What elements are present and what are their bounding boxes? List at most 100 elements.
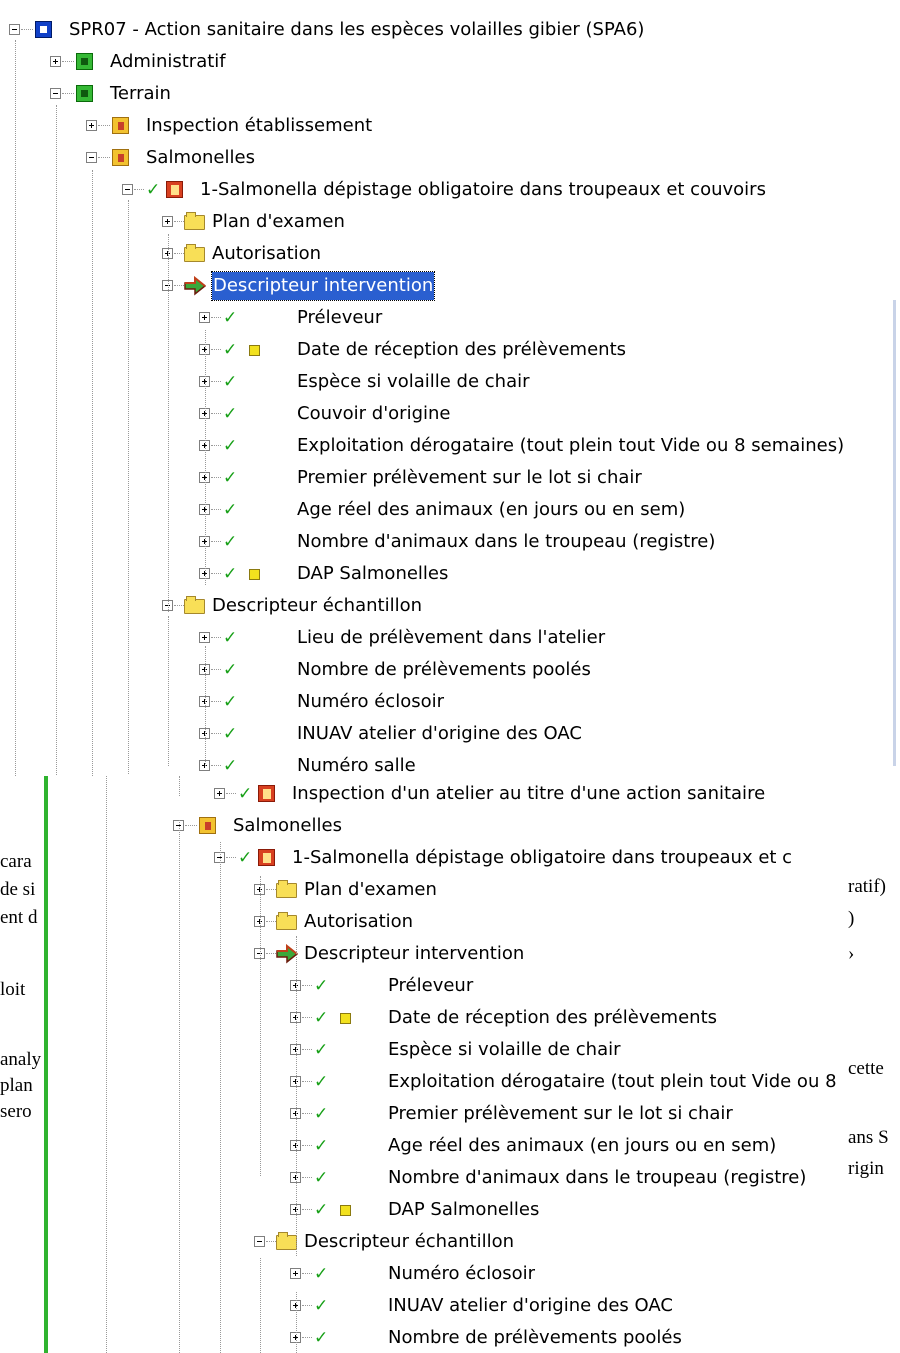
- tree-node[interactable]: Descripteur intervention: [0, 271, 900, 301]
- a-icon: [258, 785, 275, 802]
- tree-node[interactable]: ✓ INUAV atelier d'origine des OAC: [0, 719, 900, 749]
- check-icon: ✓: [223, 692, 238, 712]
- tree-connector: [302, 1017, 312, 1019]
- document-text-fragment: rigin: [848, 1158, 884, 1179]
- tree-node[interactable]: ✓ Age réel des animaux (en jours ou en se…: [0, 495, 900, 525]
- tree-node[interactable]: ✓ Lieu de prélèvement dans l'atelier: [0, 623, 900, 653]
- tree-node-label: Préleveur: [297, 307, 383, 328]
- tree-guide-line: [168, 616, 169, 766]
- tree-node-label: Nombre d'animaux dans le troupeau (regis…: [388, 1167, 807, 1188]
- tree-node-label: Exploitation dérogataire (tout plein tou…: [297, 435, 845, 456]
- tree-guide-line: [179, 776, 180, 796]
- tree-node[interactable]: Salmonelles: [48, 811, 848, 841]
- tree-node[interactable]: ✓ 1-Salmonella dépistage obligatoire dans…: [48, 843, 848, 873]
- tree-node[interactable]: ✓ Nombre de prélèvements poolés: [0, 655, 900, 685]
- tree-node[interactable]: Salmonelles: [0, 143, 900, 173]
- tree-node[interactable]: ✓ Numéro éclosoir: [48, 1259, 848, 1289]
- folder-icon: [184, 596, 205, 614]
- expand-icon[interactable]: [86, 120, 97, 131]
- expand-icon[interactable]: [50, 56, 61, 67]
- tree-node-label: Descripteur échantillon: [304, 1231, 514, 1252]
- tree-node[interactable]: ✓ DAP Salmonelles: [0, 559, 900, 589]
- tree-connector: [302, 1145, 312, 1147]
- collapse-icon[interactable]: [122, 184, 133, 195]
- tree-node[interactable]: ✓ Numéro éclosoir: [0, 687, 900, 717]
- tree-node[interactable]: ✓ Date de réception des prélèvements: [48, 1003, 848, 1033]
- tree-node[interactable]: Administratif: [0, 47, 900, 77]
- tree-node[interactable]: ✓ Préleveur: [0, 303, 900, 333]
- tree-node-label: Numéro éclosoir: [297, 691, 444, 712]
- expand-icon[interactable]: [199, 632, 210, 643]
- d-icon: [76, 85, 93, 102]
- tree-node[interactable]: ✓ DAP Salmonelles: [48, 1195, 848, 1225]
- tree-connector: [211, 701, 221, 703]
- tree-node[interactable]: ✓ Exploitation dérogataire (tout plein to…: [48, 1067, 848, 1097]
- e-icon: [199, 817, 216, 834]
- collapse-icon[interactable]: [50, 88, 61, 99]
- tree-node-label: INUAV atelier d'origine des OAC: [297, 723, 582, 744]
- e-icon: [112, 149, 129, 166]
- expand-icon[interactable]: [199, 312, 210, 323]
- tree-guide-line: [260, 876, 261, 1176]
- check-icon: ✓: [314, 1136, 329, 1156]
- tree-node-label: Plan d'examen: [212, 211, 345, 232]
- tree-node[interactable]: ✓ Espèce si volaille de chair: [0, 367, 900, 397]
- a-icon: [258, 849, 275, 866]
- tree-node[interactable]: Plan d'examen: [0, 207, 900, 237]
- tree-connector: [211, 765, 221, 767]
- check-icon: ✓: [223, 404, 238, 424]
- tree-node-label: Préleveur: [388, 975, 474, 996]
- tree-node[interactable]: ✓ INUAV atelier d'origine des OAC: [48, 1291, 848, 1321]
- check-icon: ✓: [238, 848, 253, 868]
- tree-node[interactable]: ✓ Espèce si volaille de chair: [48, 1035, 848, 1065]
- tree-node[interactable]: ✓ Nombre d'animaux dans le troupeau (regi…: [0, 527, 900, 557]
- tree-node[interactable]: ✓ Couvoir d'origine: [0, 399, 900, 429]
- p-icon: [35, 21, 52, 38]
- tree-node[interactable]: Terrain: [0, 79, 900, 109]
- tree-node[interactable]: ✓ Numéro salle: [0, 751, 900, 776]
- tree-node-label: Plan d'examen: [304, 879, 437, 900]
- tree-node[interactable]: Plan d'examen: [48, 875, 848, 905]
- folder-icon: [276, 912, 297, 930]
- collapse-icon[interactable]: [254, 1236, 265, 1247]
- tree-node[interactable]: ✓ Préleveur: [48, 971, 848, 1001]
- collapse-icon[interactable]: [86, 152, 97, 163]
- check-icon: ✓: [314, 1008, 329, 1028]
- expand-icon[interactable]: [214, 788, 225, 799]
- tree-connector: [211, 541, 221, 543]
- tree-guide-line: [92, 170, 93, 776]
- tree-node[interactable]: Descripteur intervention: [48, 939, 848, 969]
- tree-node[interactable]: Autorisation: [0, 239, 900, 269]
- tree-node[interactable]: ✓ Nombre de prélèvements poolés: [48, 1323, 848, 1353]
- tree-node[interactable]: ✓ Premier prélèvement sur le lot si chair: [48, 1099, 848, 1129]
- tree-node-label: Salmonelles: [233, 815, 342, 836]
- tree-node[interactable]: ✓ Date de réception des prélèvements: [0, 335, 900, 365]
- tree-guide-line: [56, 105, 57, 775]
- tree-node[interactable]: Autorisation: [48, 907, 848, 937]
- tree-node-label: Date de réception des prélèvements: [297, 339, 627, 360]
- tree-node[interactable]: ✓ Nombre d'animaux dans le troupeau (regi…: [48, 1163, 848, 1193]
- tree-node[interactable]: Descripteur échantillon: [48, 1227, 848, 1257]
- folder-icon: [276, 880, 297, 898]
- tree-node-label: Terrain: [110, 83, 171, 104]
- expand-icon[interactable]: [290, 1268, 301, 1279]
- tree-node[interactable]: ✓ Premier prélèvement sur le lot si chair: [0, 463, 900, 493]
- tree-node-label: Descripteur échantillon: [212, 595, 422, 616]
- tree-node-label: INUAV atelier d'origine des OAC: [388, 1295, 673, 1316]
- tree-connector: [302, 1305, 312, 1307]
- tree-node[interactable]: ✓ Exploitation dérogataire (tout plein to…: [0, 431, 900, 461]
- tree-connector: [302, 1337, 312, 1339]
- tree-node[interactable]: Inspection établissement: [0, 111, 900, 141]
- tree-node[interactable]: Descripteur échantillon: [0, 591, 900, 621]
- tree-node[interactable]: ✓ 1-Salmonella dépistage obligatoire dans…: [0, 175, 900, 205]
- tree-node-label: Inspection établissement: [146, 115, 373, 136]
- document-text-fragment: plan: [0, 1075, 33, 1096]
- tree-node[interactable]: ✓ Age réel des animaux (en jours ou en se…: [48, 1131, 848, 1161]
- expand-icon[interactable]: [162, 216, 173, 227]
- tree-node[interactable]: SPR07 - Action sanitaire dans les espèce…: [0, 15, 900, 45]
- collapse-icon[interactable]: [9, 24, 20, 35]
- tree-connector: [98, 157, 110, 159]
- tree-node[interactable]: ✓ Inspection d'un atelier au titre d'une …: [48, 779, 848, 809]
- tree-node-label: Age réel des animaux (en jours ou en sem…: [297, 499, 686, 520]
- document-text-fragment: ratif): [848, 876, 886, 897]
